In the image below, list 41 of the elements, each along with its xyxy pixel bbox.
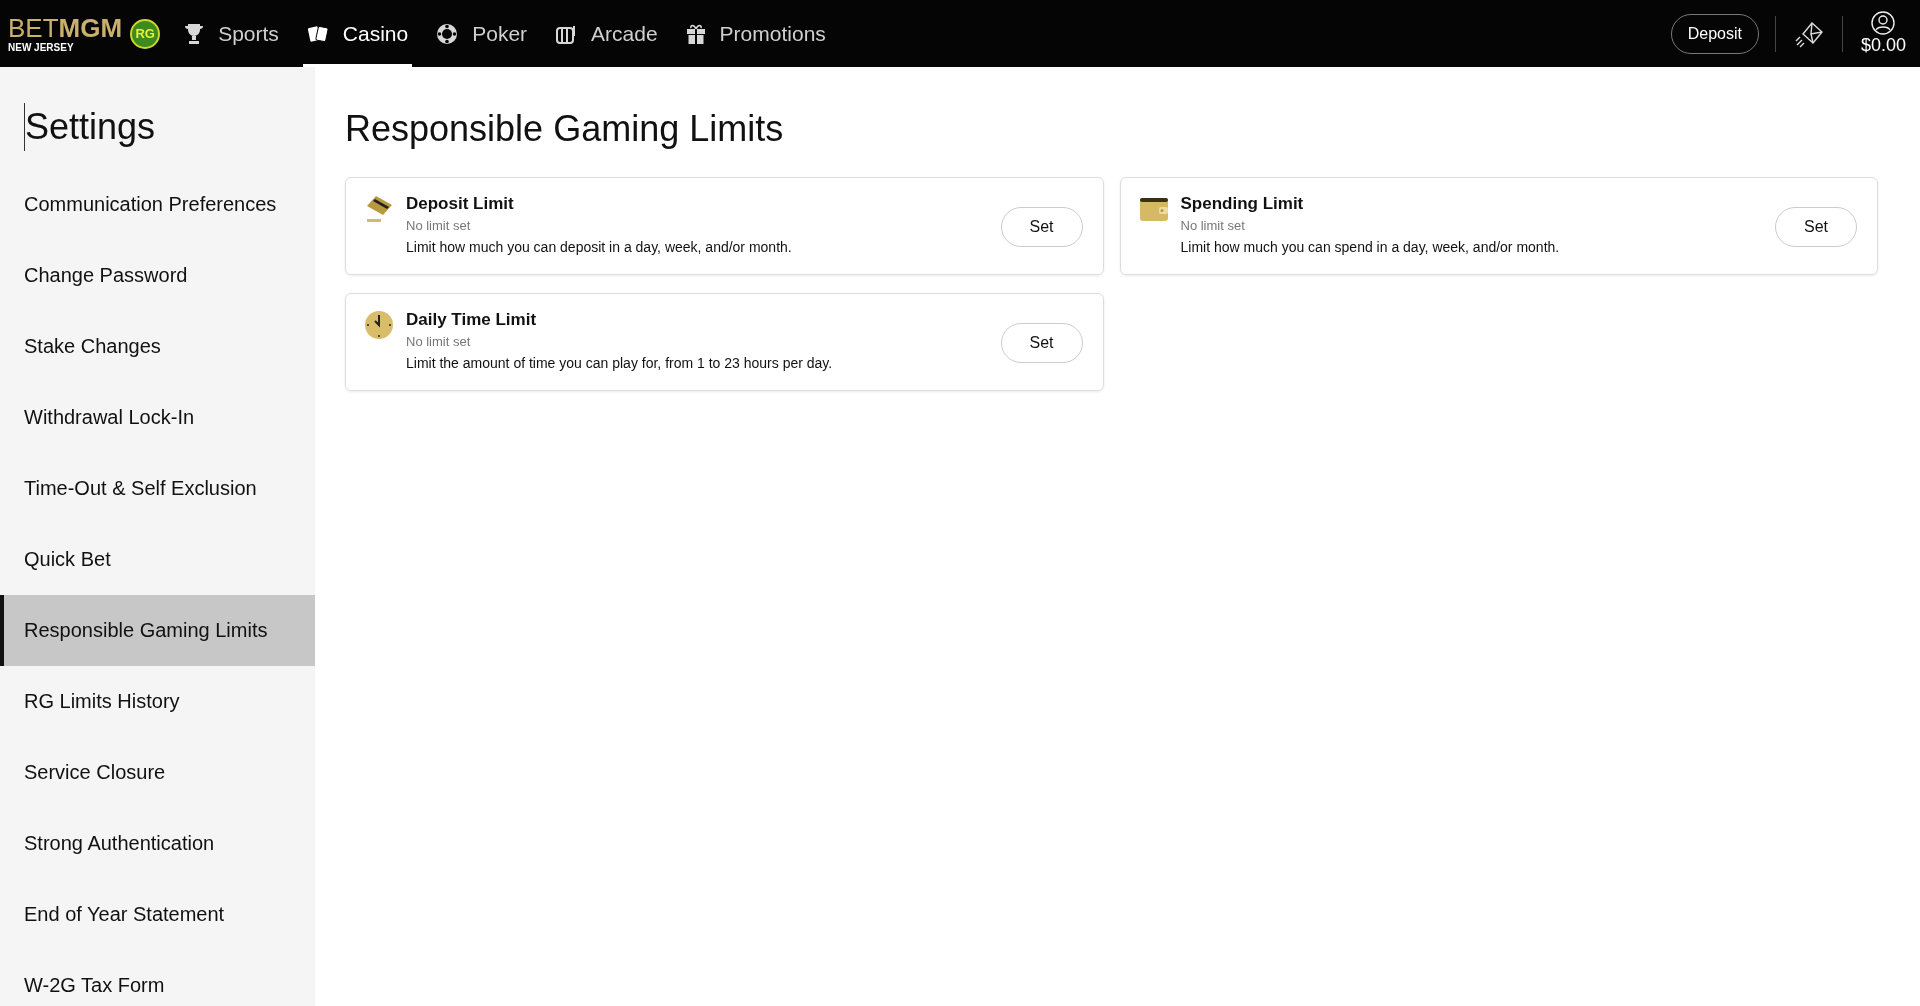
rg-badge[interactable]: RG	[130, 18, 161, 49]
credit-card-icon	[364, 194, 394, 224]
poker-chip-icon	[436, 22, 459, 45]
account-icon[interactable]	[1871, 11, 1896, 35]
sidebar-item[interactable]: Service Closure	[0, 737, 315, 808]
sidebar-item[interactable]: W-2G Tax Form	[0, 950, 315, 1006]
sidebar-item[interactable]: Stake Changes	[0, 311, 315, 382]
brand-logo[interactable]: BETMGM	[8, 14, 123, 41]
nav-tab[interactable]: Arcade	[551, 0, 662, 67]
card-title: Spending Limit	[1180, 194, 1305, 214]
gift-icon	[685, 22, 706, 45]
nav-tab[interactable]: Sports	[180, 0, 283, 67]
region-label: NEW JERSEY	[8, 42, 75, 53]
sidebar-item[interactable]: Change Password	[0, 240, 315, 311]
nav-tab[interactable]: Casino	[302, 0, 413, 67]
settings-title: Settings	[24, 103, 315, 151]
clock-icon	[364, 310, 394, 340]
sidebar-item[interactable]: Communication Preferences	[0, 169, 315, 240]
card-description: Limit how much you can deposit in a day, week, and/or month.	[406, 239, 793, 255]
page-title: Responsible Gaming Limits	[345, 107, 785, 151]
sidebar-item[interactable]: RG Limits History	[0, 666, 315, 737]
limit-status: No limit set	[406, 334, 472, 349]
account-balance[interactable]: $0.00	[1860, 35, 1906, 56]
card-title: Deposit Limit	[406, 194, 515, 214]
sidebar-item[interactable]: Quick Bet	[0, 524, 315, 595]
sidebar-item[interactable]: Strong Authentication	[0, 808, 315, 879]
sidebar-item[interactable]: End of Year Statement	[0, 879, 315, 950]
set-button[interactable]: Set	[1775, 207, 1857, 247]
sidebar-item[interactable]: Time-Out & Self Exclusion	[0, 453, 315, 524]
card-description: Limit how much you can spend in a day, week, and/or month.	[1180, 239, 1561, 255]
card-title: Daily Time Limit	[406, 310, 538, 330]
card-description: Limit the amount of time you can play for, from 1 to 23 hours per day.	[406, 355, 834, 371]
trophy-icon	[184, 22, 205, 45]
sidebar-item[interactable]: Responsible Gaming Limits	[0, 595, 315, 666]
nav-tab[interactable]: Promotions	[681, 0, 830, 67]
limit-status: No limit set	[406, 218, 472, 233]
sidebar-item[interactable]: Withdrawal Lock-In	[0, 382, 315, 453]
set-button[interactable]: Set	[1000, 323, 1083, 363]
set-button[interactable]: Set	[1000, 207, 1083, 247]
nav-tab[interactable]: Poker	[432, 0, 532, 67]
limit-status: No limit set	[1180, 218, 1246, 233]
